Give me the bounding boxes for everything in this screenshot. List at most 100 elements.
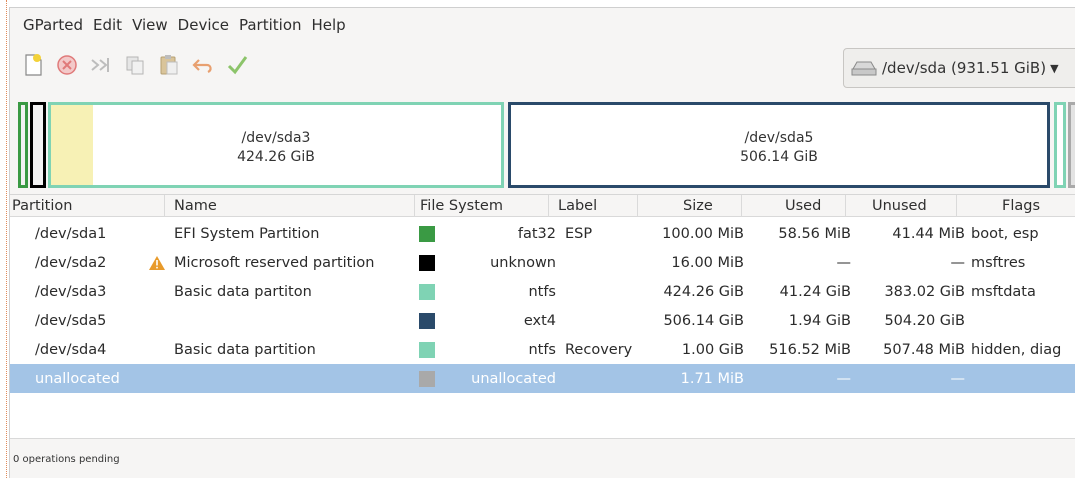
swatch-box [419, 225, 435, 242]
menu-edit[interactable]: Edit [88, 8, 127, 42]
map-sda3-size: 424.26 GiB [237, 149, 315, 165]
cell-size: 506.14 GiB [663, 312, 744, 329]
table-header: Partition Name File System Label Size Us… [10, 195, 1075, 217]
menu-bar: GParted Edit View Device Partition Help [10, 8, 1075, 42]
delete-icon[interactable] [54, 52, 80, 78]
cell-partition: /dev/sda4 [35, 341, 107, 358]
map-sda3-name: /dev/sda3 [241, 130, 311, 146]
map-segment-sda1[interactable] [18, 102, 28, 188]
toolbar: /dev/sda (931.51 GiB) ▼ [10, 44, 1075, 96]
operations-pending: 0 operations pending [13, 454, 120, 465]
map-segment-sda2[interactable] [30, 102, 46, 188]
swatch-box [419, 341, 435, 358]
swatch-box [419, 370, 435, 387]
cell-filesystem: ntfs [528, 283, 556, 300]
col-flags[interactable]: Flags [957, 195, 1065, 217]
map-segment-sda4[interactable] [1054, 102, 1066, 188]
harddisk-icon [851, 61, 877, 76]
cell-partition: /dev/sda2 [35, 254, 107, 271]
cell-flags: msftdata [971, 283, 1036, 300]
cell-unused: 504.20 GiB [884, 312, 965, 329]
cell-partition: unallocated [35, 370, 120, 387]
cell-name: Basic data partition [174, 341, 316, 358]
undo-icon[interactable] [190, 52, 216, 78]
filesystem-color-swatch [419, 283, 439, 300]
cell-used: 1.94 GiB [788, 312, 851, 329]
cell-size: 100.00 MiB [662, 225, 744, 242]
cell-filesystem: unknown [490, 254, 556, 271]
cell-unused: — [950, 254, 966, 271]
col-filesystem[interactable]: File System [415, 195, 549, 217]
copy-icon[interactable] [122, 52, 148, 78]
cell-partition: /dev/sda5 [35, 312, 107, 329]
map-segment-unallocated[interactable] [1068, 102, 1075, 188]
table-row[interactable]: /dev/sda2 Microsoft reserved partition unk… [10, 248, 1075, 277]
table-row[interactable]: /dev/sda1 EFI System Partition fat32 ESP 100… [10, 219, 1075, 248]
menu-device[interactable]: Device [173, 8, 234, 42]
col-label[interactable]: Label [549, 195, 638, 217]
cell-unused: 41.44 MiB [892, 225, 965, 242]
warning-icon [149, 255, 165, 270]
map-segment-sda3[interactable]: /dev/sda3 424.26 GiB [48, 102, 504, 188]
cell-partition: /dev/sda3 [35, 283, 107, 300]
device-label: /dev/sda (931.51 GiB) [882, 59, 1047, 77]
gparted-window: GParted Edit View Device Partition Help [9, 7, 1075, 478]
cell-used: — [836, 254, 852, 271]
menu-view[interactable]: View [127, 8, 173, 42]
swatch-box [419, 283, 435, 300]
swatch-box [419, 312, 435, 329]
cell-filesystem: fat32 [517, 225, 556, 242]
cell-size: 1.71 MiB [680, 370, 744, 387]
cell-filesystem: ntfs [528, 341, 556, 358]
page-edge [0, 0, 7, 478]
chevron-down-icon: ▼ [1050, 61, 1059, 75]
resize-move-icon[interactable] [88, 52, 114, 78]
col-unused[interactable]: Unused [846, 195, 957, 217]
col-used[interactable]: Used [742, 195, 846, 217]
cell-unused: 383.02 GiB [884, 283, 965, 300]
cell-used: — [836, 370, 852, 387]
cell-size: 16.00 MiB [671, 254, 744, 271]
cell-name: Basic data partiton [174, 283, 312, 300]
status-bar: 0 operations pending [10, 438, 1075, 478]
apply-icon[interactable] [224, 52, 250, 78]
cell-label: Recovery [565, 341, 633, 358]
table-row[interactable]: /dev/sda5 ext4 506.14 GiB 1.94 GiB 504.20 Gi… [10, 306, 1075, 335]
table-row[interactable]: /dev/sda4 Basic data partition ntfs Recover… [10, 335, 1075, 364]
cell-name: Microsoft reserved partition [174, 254, 375, 271]
menu-partition[interactable]: Partition [234, 8, 307, 42]
cell-label: ESP [565, 225, 593, 242]
partition-map: /dev/sda3 424.26 GiB /dev/sda5 506.14 Gi… [10, 100, 1075, 192]
col-name[interactable]: Name [165, 195, 415, 217]
cell-size: 424.26 GiB [663, 283, 744, 300]
cell-unused: — [950, 370, 966, 387]
cell-flags: msftres [971, 254, 1026, 271]
cell-flags: hidden, diag [971, 341, 1062, 358]
partition-table: Partition Name File System Label Size Us… [10, 194, 1075, 438]
paste-icon[interactable] [156, 52, 182, 78]
col-partition[interactable]: Partition [10, 195, 165, 217]
map-label-sda3: /dev/sda3 424.26 GiB [48, 129, 504, 167]
table-row[interactable]: /dev/sda3 Basic data partiton ntfs 424.26 G… [10, 277, 1075, 306]
menu-gparted[interactable]: GParted [18, 8, 88, 42]
menu-help[interactable]: Help [307, 8, 351, 42]
cell-flags: boot, esp [971, 225, 1039, 242]
cell-filesystem: ext4 [523, 312, 556, 329]
cell-partition: /dev/sda1 [35, 225, 107, 242]
map-segment-sda5[interactable]: /dev/sda5 506.14 GiB [508, 102, 1050, 188]
swatch-box [419, 254, 435, 271]
cell-name: EFI System Partition [174, 225, 320, 242]
filesystem-color-swatch [419, 341, 439, 358]
warning-cell [148, 255, 169, 271]
cell-used: 58.56 MiB [778, 225, 851, 242]
new-icon[interactable] [20, 52, 46, 78]
cell-unused: 507.48 MiB [883, 341, 965, 358]
cell-size: 1.00 GiB [681, 341, 744, 358]
col-size[interactable]: Size [638, 195, 742, 217]
table-row[interactable]: unallocated unallocated 1.71 MiB — — [10, 364, 1075, 393]
filesystem-color-swatch [419, 254, 439, 271]
map-sda5-name: /dev/sda5 [744, 130, 814, 146]
filesystem-color-swatch [419, 370, 439, 387]
map-label-sda5: /dev/sda5 506.14 GiB [508, 129, 1050, 167]
device-selector[interactable]: /dev/sda (931.51 GiB) ▼ [843, 48, 1075, 88]
